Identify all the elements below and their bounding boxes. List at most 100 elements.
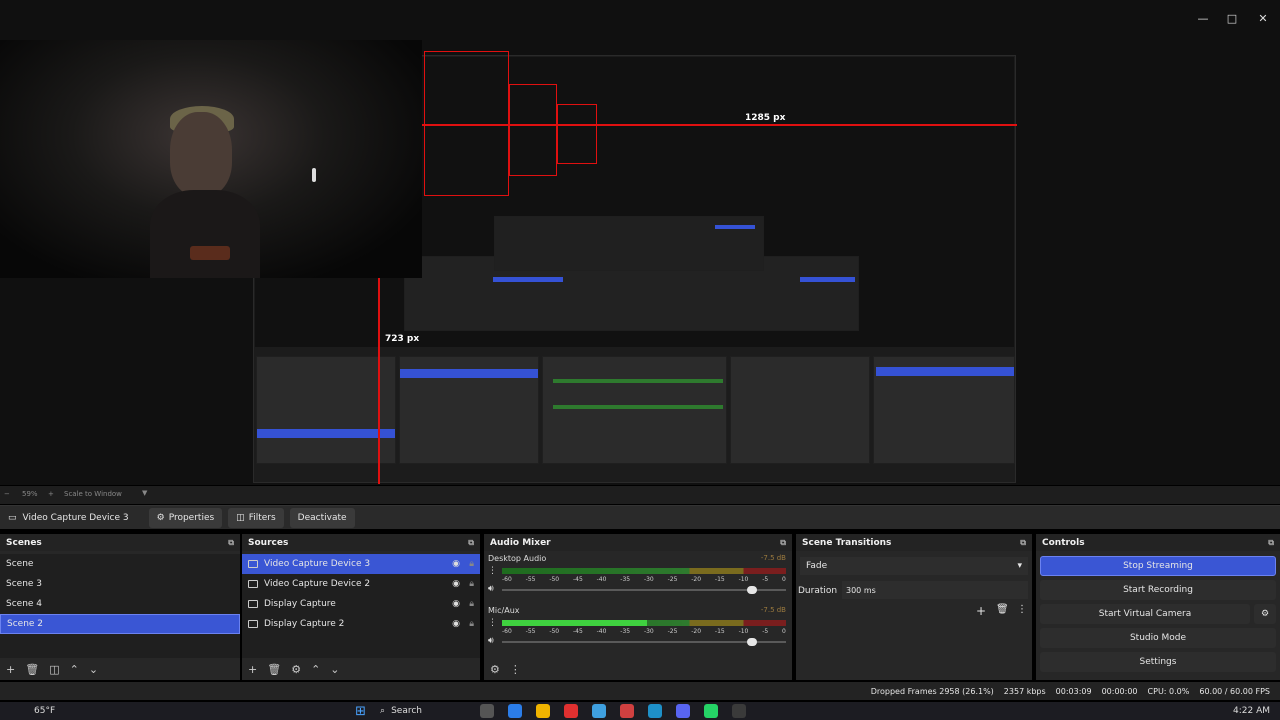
source-item[interactable]: Display Capture 2 ◉ 🔒︎ [242, 614, 480, 634]
discord-icon[interactable] [676, 704, 691, 718]
lock-icon[interactable]: 🔒︎ [469, 599, 474, 609]
add-source-icon[interactable]: + [248, 663, 257, 676]
mixer-menu-icon[interactable]: ⋮ [510, 663, 521, 676]
clock[interactable]: 4:22 AM [1233, 706, 1270, 716]
undock-icon[interactable]: ⧉ [780, 538, 786, 548]
move-up-icon[interactable]: ⌃ [70, 663, 79, 676]
weather-temp[interactable]: 65°F [34, 706, 55, 716]
file-explorer-icon[interactable] [480, 704, 495, 718]
eye-icon[interactable]: ◉ [452, 599, 460, 609]
source-name: Display Capture 2 [264, 619, 345, 629]
source-item-selected[interactable]: Video Capture Device 3 ◉ 🔒︎ [242, 554, 480, 574]
properties-button[interactable]: ⚙ Properties [148, 507, 223, 528]
stop-streaming-button[interactable]: Stop Streaming [1040, 556, 1276, 576]
add-transition-icon[interactable]: + [976, 604, 986, 618]
meter-tick-label: -55 [525, 628, 536, 635]
volume-fader[interactable] [502, 638, 786, 646]
virtual-camera-settings-gear-icon[interactable]: ⚙ [1254, 604, 1276, 624]
meter-ticks: -60 -55 -50 -45 -40 -35 -30 -25 -20 -15 -10 -5 0 [502, 628, 786, 635]
remove-scene-icon[interactable]: 🗑 [25, 663, 39, 676]
add-scene-icon[interactable]: + [6, 663, 15, 676]
start-virtual-camera-button[interactable]: Start Virtual Camera [1040, 604, 1250, 624]
studio-mode-button[interactable]: Studio Mode [1040, 628, 1276, 648]
undock-icon[interactable]: ⧉ [228, 538, 234, 548]
channel-menu-icon[interactable]: ⋮ [488, 618, 497, 628]
maximize-button[interactable]: □ [1225, 12, 1239, 26]
nested-level2-stop [800, 277, 855, 282]
folder-icon[interactable] [536, 704, 551, 718]
webcam-person-body [150, 190, 260, 278]
eye-icon[interactable]: ◉ [452, 559, 460, 569]
eye-icon[interactable]: ◉ [452, 619, 460, 629]
preview-zoom-in[interactable]: + [48, 490, 54, 498]
meter-tick-label: -20 [691, 576, 702, 583]
windows-start-icon[interactable]: ⊞ [355, 704, 366, 719]
controls-dock: Controls ⧉ Stop Streaming Start Recordin… [1036, 534, 1280, 680]
mail-icon[interactable] [620, 704, 635, 718]
transition-select[interactable]: Fade ▾ [800, 557, 1028, 575]
undock-icon[interactable]: ⧉ [1268, 538, 1274, 548]
scene-item[interactable]: Scene 4 [0, 594, 240, 614]
remove-transition-icon[interactable]: 🗑 [996, 604, 1009, 615]
scene-filters-icon[interactable]: ◫ [49, 663, 59, 676]
lock-icon[interactable]: 🔒︎ [469, 619, 474, 629]
guide-box-mid [509, 84, 557, 176]
lock-icon[interactable]: 🔒︎ [469, 559, 474, 569]
close-button[interactable]: ✕ [1256, 12, 1270, 26]
status-bar: Dropped Frames 2958 (26.1%) 2357 kbps 00… [0, 682, 1280, 700]
minimize-button[interactable]: — [1196, 12, 1210, 26]
scene-item-selected[interactable]: Scene 2 [0, 614, 240, 634]
fader-knob[interactable] [746, 586, 757, 594]
edge-icon[interactable] [648, 704, 663, 718]
preview-scale-mode[interactable]: Scale to Window [64, 490, 122, 498]
chrome-icon[interactable] [592, 704, 607, 718]
filters-button[interactable]: ◫ Filters [228, 507, 284, 528]
speaker-icon[interactable]: 🔊︎ [488, 584, 494, 594]
fader-knob[interactable] [746, 638, 757, 646]
start-recording-button[interactable]: Start Recording [1040, 580, 1276, 600]
move-up-icon[interactable]: ⌃ [311, 663, 320, 676]
move-down-icon[interactable]: ⌄ [330, 663, 339, 676]
remove-source-icon[interactable]: 🗑 [267, 663, 281, 676]
app-icon[interactable] [564, 704, 579, 718]
lock-icon[interactable]: 🔒︎ [469, 579, 474, 589]
meter-tick-label: -25 [667, 576, 678, 583]
meter-tick-label: -45 [572, 628, 583, 635]
undock-icon[interactable]: ⧉ [1020, 538, 1026, 548]
width-px-label: 1285 px [745, 113, 786, 123]
scene-item[interactable]: Scene 3 [0, 574, 240, 594]
app-icon[interactable] [508, 704, 523, 718]
volume-fader[interactable] [502, 586, 786, 594]
channel-name: Mic/Aux [488, 606, 520, 615]
eye-icon[interactable]: ◉ [452, 579, 460, 589]
speaker-icon[interactable]: 🔊︎ [488, 636, 494, 646]
preview-canvas[interactable]: 1285 px 723 px [0, 40, 1280, 485]
selected-source-label: ▭ Video Capture Device 3 [8, 513, 129, 523]
settings-button[interactable]: Settings [1040, 652, 1276, 672]
preview-zoom-reset[interactable]: − [4, 490, 10, 498]
audio-mixer-dock: Audio Mixer ⧉ Desktop Audio -7.5 dB ⋮ -6… [484, 534, 792, 680]
preview-scale-dropdown-icon[interactable]: ▼ [142, 489, 147, 497]
undock-icon[interactable]: ⧉ [468, 538, 474, 548]
properties-label: Properties [168, 512, 215, 523]
source-item[interactable]: Display Capture ◉ 🔒︎ [242, 594, 480, 614]
webcam-feed [0, 40, 422, 278]
channel-db: -7.5 dB [760, 606, 786, 614]
transition-menu-icon[interactable]: ⋮ [1017, 604, 1027, 615]
taskbar-search[interactable]: Search [391, 706, 422, 716]
duration-input[interactable]: 300 ms [842, 581, 1028, 599]
source-properties-icon[interactable]: ⚙ [291, 663, 301, 676]
scene-item[interactable]: Scene [0, 554, 240, 574]
scenes-list: Scene Scene 3 Scene 4 Scene 2 [0, 554, 240, 658]
video-capture-icon [248, 560, 258, 568]
channel-menu-icon[interactable]: ⋮ [488, 566, 497, 576]
deactivate-button[interactable]: Deactivate [289, 507, 355, 528]
preview-zoom-level[interactable]: 59% [22, 490, 38, 498]
advanced-audio-icon[interactable]: ⚙ [490, 663, 500, 676]
whatsapp-icon[interactable] [704, 704, 719, 718]
filters-label: Filters [248, 512, 276, 523]
source-item[interactable]: Video Capture Device 2 ◉ 🔒︎ [242, 574, 480, 594]
move-down-icon[interactable]: ⌄ [89, 663, 98, 676]
nested-source-selected [400, 369, 538, 378]
obs-icon[interactable] [732, 704, 747, 718]
